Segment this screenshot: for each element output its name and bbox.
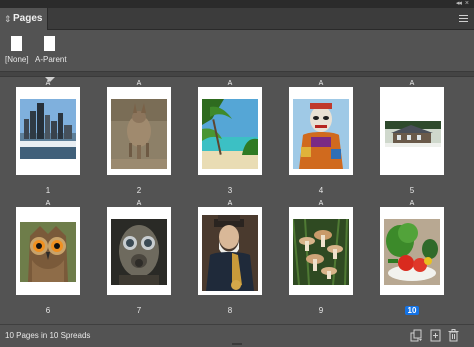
- page-sheet: [198, 207, 262, 295]
- page-sheet: [380, 87, 444, 175]
- panel-tab-bar: ⇕ Pages: [0, 8, 474, 30]
- close-icon[interactable]: ×: [465, 0, 469, 7]
- page-number: 7: [136, 306, 142, 315]
- parent-a-parent[interactable]: A-Parent: [34, 31, 74, 67]
- tab-label: Pages: [13, 13, 43, 24]
- page-sheet: [16, 87, 80, 175]
- tab-pages[interactable]: ⇕ Pages: [0, 8, 48, 30]
- page-sheet: [380, 207, 444, 295]
- page-number: 5: [409, 186, 415, 195]
- page-number: 1: [45, 186, 51, 195]
- masked-figure-image: [293, 99, 349, 169]
- tropical-beach-image: [202, 99, 258, 169]
- hamburger-icon: [459, 15, 468, 16]
- page-sheet: [107, 87, 171, 175]
- vegetables-image: [384, 219, 440, 285]
- page-number: 6: [45, 306, 51, 315]
- owl-image: [20, 222, 76, 282]
- parent-label: A-Parent: [35, 55, 67, 64]
- page-sheet: [289, 87, 353, 175]
- new-page-icon[interactable]: [429, 329, 442, 342]
- saxophone-player-image: [202, 215, 258, 291]
- collapse-panel-button[interactable]: ◂◂ ×: [455, 0, 469, 8]
- panel-menu-button[interactable]: [459, 15, 468, 23]
- parent-label: [None]: [5, 55, 29, 64]
- page-number: 3: [227, 186, 233, 195]
- pages-grid: A 1 A 2 A 3 A 4 A 5 A 6 A 7 A 8 A 9 A 10: [0, 78, 474, 324]
- page-sheet: [198, 87, 262, 175]
- gas-mask-image: [111, 219, 167, 285]
- parent-thumbnail: [44, 36, 55, 51]
- section-divider[interactable]: [0, 71, 474, 77]
- page-count-status: 10 Pages in 10 Spreads: [5, 331, 91, 340]
- page-number: 8: [227, 306, 233, 315]
- page-number: 4: [318, 186, 324, 195]
- house-image: [385, 121, 441, 147]
- armadillo-image: [111, 99, 167, 169]
- page-number: 9: [318, 306, 324, 315]
- page-number: 2: [136, 186, 142, 195]
- grip-icon: ⇕: [4, 14, 12, 24]
- resize-grip[interactable]: [232, 343, 242, 345]
- collapse-icon: ◂◂: [455, 0, 462, 7]
- trash-icon[interactable]: [447, 329, 460, 342]
- panel-top-strip: ◂◂ ×: [0, 0, 474, 8]
- page-sheet: [107, 207, 171, 295]
- page-sheet: [16, 207, 80, 295]
- page-sheet: [289, 207, 353, 295]
- page-number-selected: 10: [380, 306, 444, 316]
- city-skyline-image: [20, 99, 76, 159]
- parent-pages-section: [None] A-Parent: [0, 31, 474, 71]
- mushrooms-image: [293, 219, 349, 285]
- parent-thumbnail: [11, 36, 22, 51]
- edit-page-size-icon[interactable]: [410, 329, 423, 342]
